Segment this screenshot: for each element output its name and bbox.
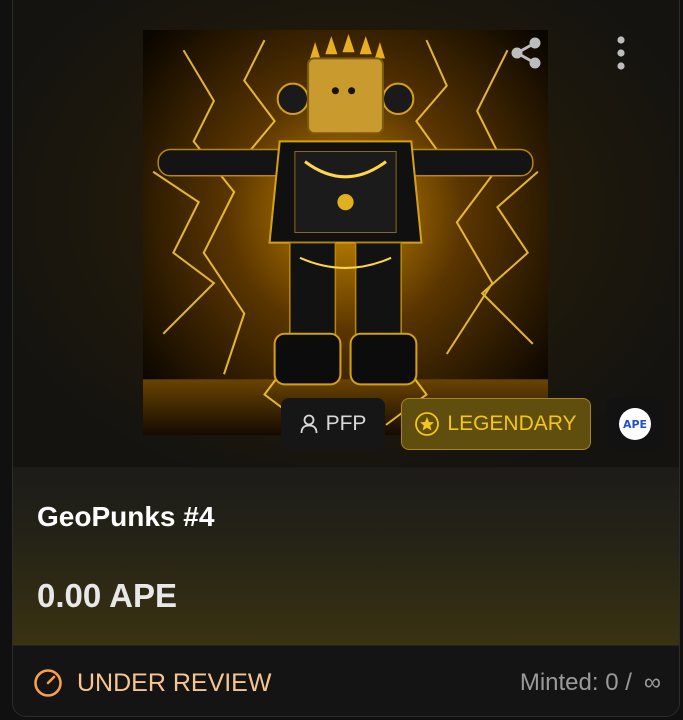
minted-label: Minted: 0 / [519,669,632,696]
status-label: UNDER REVIEW [77,668,272,697]
share-button[interactable] [507,34,545,72]
share-icon [511,37,541,69]
category-tag[interactable]: PFP [281,398,385,450]
nft-info: GeoPunks #4 0.00 APE [13,467,679,645]
chain-logo-text: APE [622,417,648,431]
nft-media: PFP LEGENDARY APE [13,0,679,467]
ape-chain-logo: APE [619,408,651,440]
kebab-menu-icon [617,36,625,70]
minted-limit: ∞ [643,669,661,696]
rarity-tag-label: LEGENDARY [447,412,577,435]
nft-title[interactable]: GeoPunks #4 [37,501,214,533]
rarity-tag[interactable]: LEGENDARY [401,398,591,450]
card-footer: UNDER REVIEW Minted: 0 / ∞ [13,645,679,716]
nft-price: 0.00 APE [37,577,178,614]
star-icon [415,412,440,436]
nft-artwork[interactable] [143,30,548,435]
status-indicator: UNDER REVIEW [33,668,271,698]
chain-badge[interactable]: APE [607,398,663,450]
nft-artwork-image [143,30,548,435]
gauge-icon [34,669,62,697]
category-tag-label: PFP [325,412,367,435]
person-icon [300,414,317,434]
nft-card[interactable]: PFP LEGENDARY APE GeoPunks #4 0.00 APE U… [12,0,680,717]
more-options-button[interactable] [609,34,633,72]
minted-count: Minted: 0 / ∞ [520,669,661,697]
